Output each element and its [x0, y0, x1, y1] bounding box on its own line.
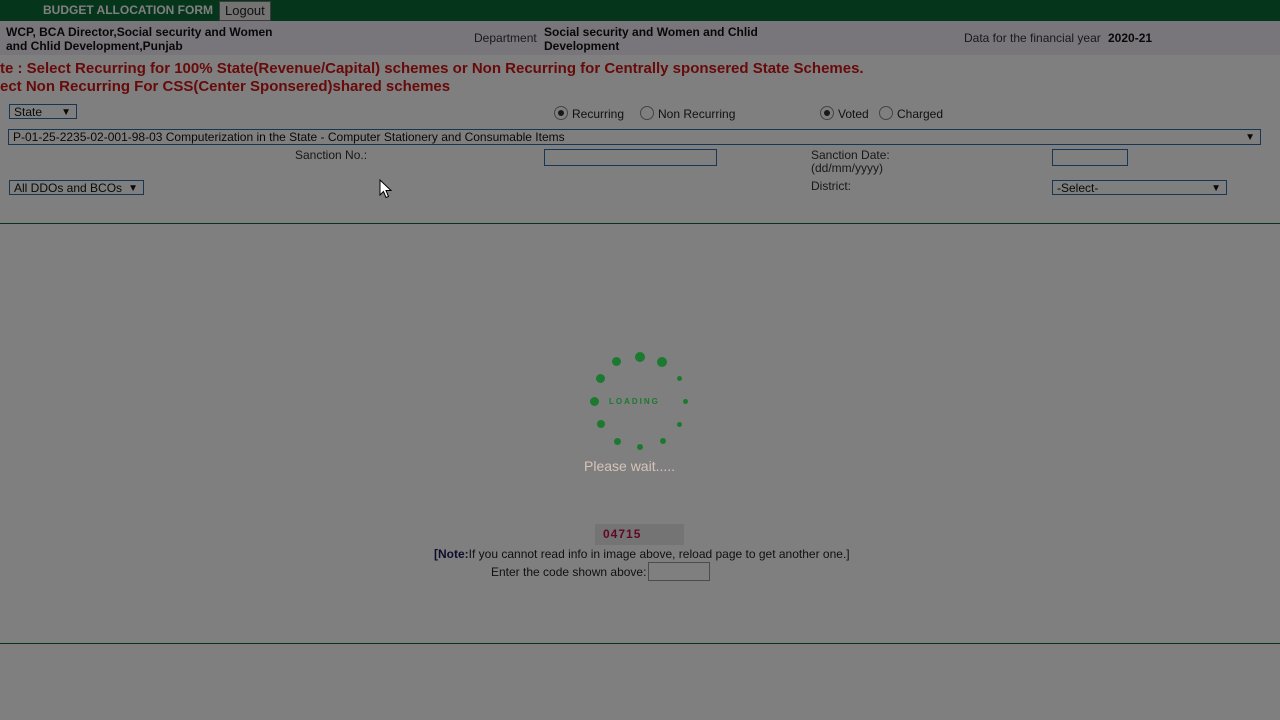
spinner-dot [614, 438, 621, 445]
spinner-dot [635, 352, 645, 362]
spinner-dot [660, 438, 666, 444]
spinner-dot [597, 420, 605, 428]
mouse-pointer-icon [379, 179, 393, 199]
loading-label: LOADING [609, 397, 660, 406]
spinner-dot [677, 422, 682, 427]
spinner-dot [657, 357, 667, 367]
spinner-dot [612, 357, 621, 366]
loading-overlay: LOADING Please wait..... [0, 0, 1280, 720]
spinner-dot [637, 444, 643, 450]
spinner-dot [677, 376, 682, 381]
spinner-dot [683, 399, 688, 404]
spinner-dot [596, 374, 605, 383]
spinner-dot [590, 397, 599, 406]
please-wait-text: Please wait..... [584, 458, 676, 474]
